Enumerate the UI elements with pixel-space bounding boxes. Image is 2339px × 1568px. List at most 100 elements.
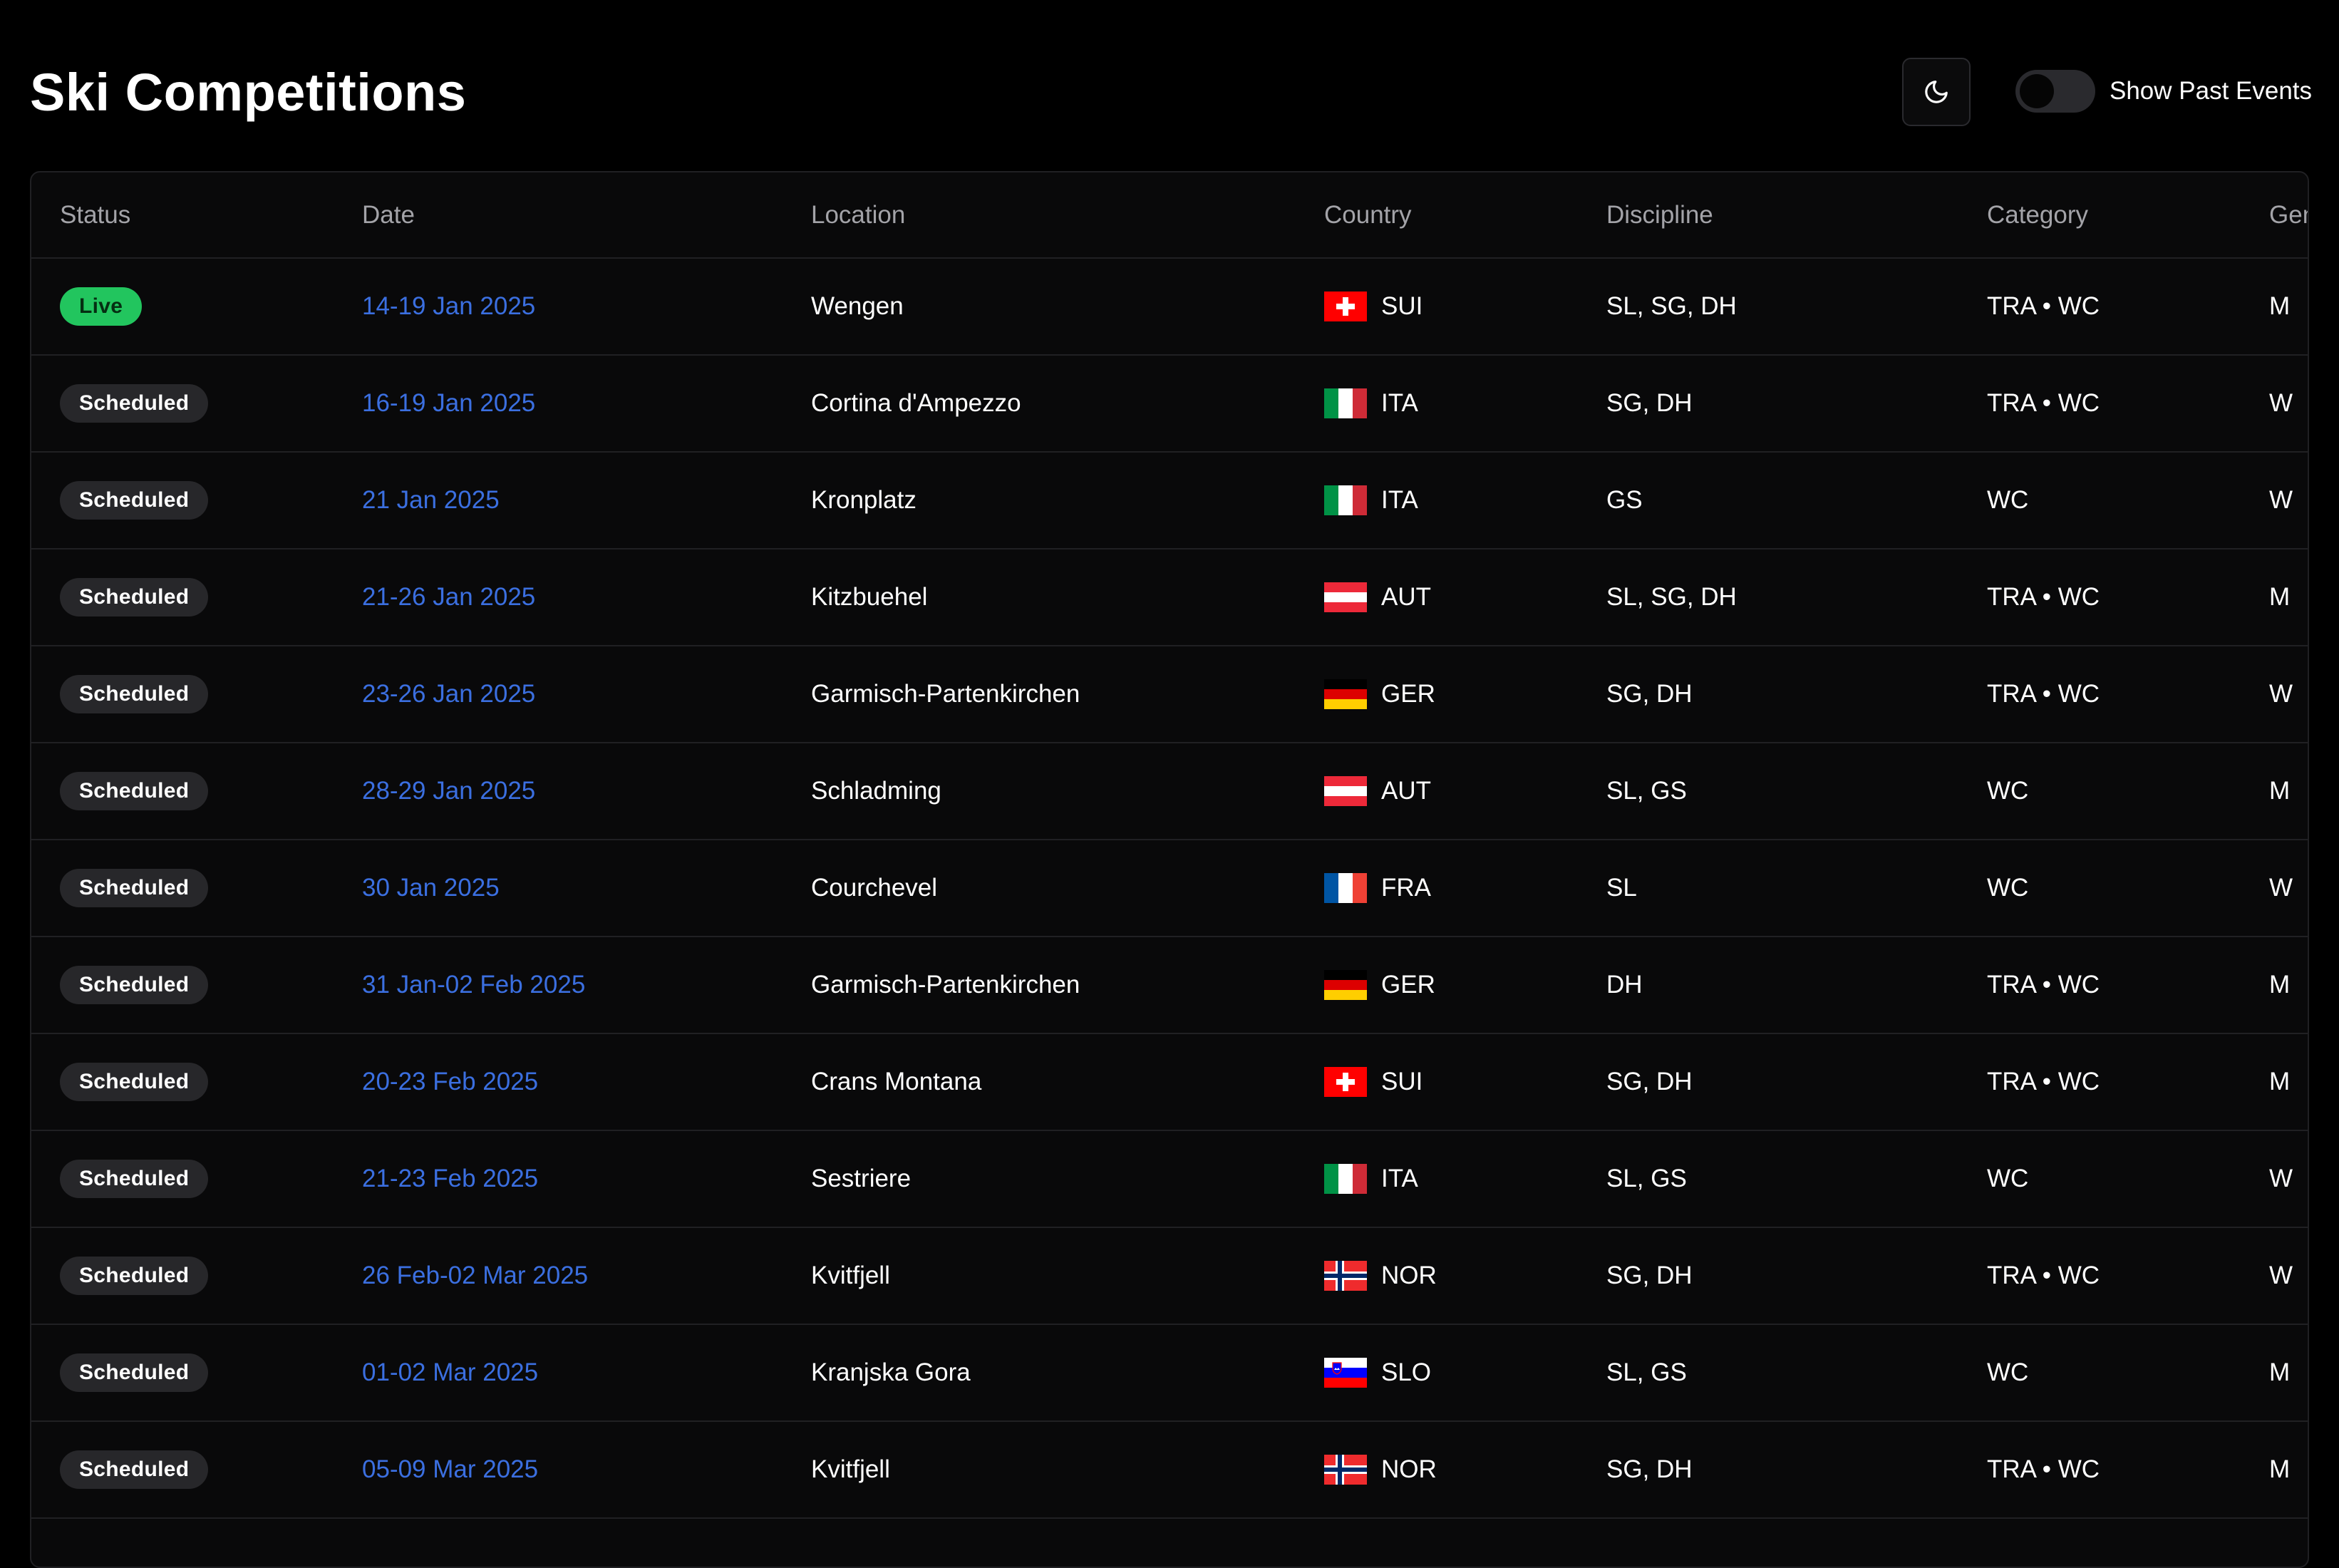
country-cell: AUT	[1296, 743, 1578, 840]
table-row[interactable]: Scheduled 30 Jan 2025 Courchevel FRA SL WC W	[31, 840, 2308, 937]
date-cell: 01-02 Mar 2025	[334, 1324, 783, 1421]
status-badge: Scheduled	[60, 1450, 209, 1489]
germany-flag-icon	[1324, 679, 1367, 709]
country-code: SLO	[1381, 1358, 1432, 1386]
category-cell: TRA • WC	[1987, 583, 2100, 611]
column-header-gender[interactable]: Gender	[2241, 172, 2308, 258]
table-row[interactable]: Scheduled 21 Jan 2025 Kronplatz ITA GS WC W	[31, 452, 2308, 549]
column-header-country[interactable]: Country	[1296, 172, 1578, 258]
country-cell: ITA	[1296, 452, 1578, 549]
status-cell: Scheduled	[31, 1033, 334, 1130]
date-link[interactable]: 26 Feb-02 Mar 2025	[362, 1262, 588, 1289]
date-link[interactable]: 20-23 Feb 2025	[362, 1068, 538, 1095]
switzerland-flag-icon	[1324, 1067, 1367, 1097]
location-cell: Schladming	[811, 777, 941, 805]
table-row[interactable]: Scheduled 01-02 Mar 2025 Kranjska Gora SLO S…	[31, 1324, 2308, 1421]
country-cell: ITA	[1296, 355, 1578, 452]
discipline-cell: DH	[1606, 971, 1643, 999]
switzerland-flag-icon	[1324, 292, 1367, 321]
column-header-location[interactable]: Location	[783, 172, 1296, 258]
gender-cell: W	[2269, 874, 2293, 902]
status-cell: Scheduled	[31, 1324, 334, 1421]
category-cell: WC	[1987, 486, 2029, 514]
date-link[interactable]: 23-26 Jan 2025	[362, 680, 535, 708]
italy-flag-icon	[1324, 1164, 1367, 1194]
table-row[interactable]: Scheduled 21-23 Feb 2025 Sestriere ITA SL, G…	[31, 1130, 2308, 1227]
competitions-table-card: Status Date Location Country Discipline …	[30, 171, 2309, 1568]
norway-flag-icon	[1324, 1261, 1367, 1291]
discipline-cell: SL, SG, DH	[1606, 583, 1737, 611]
status-cell: Live	[31, 258, 334, 355]
column-header-date[interactable]: Date	[334, 172, 783, 258]
date-link[interactable]: 28-29 Jan 2025	[362, 777, 535, 805]
table-row[interactable]: Scheduled 26 Feb-02 Mar 2025 Kvitfjell NOR S…	[31, 1227, 2308, 1324]
status-cell: Scheduled	[31, 937, 334, 1033]
country-code: AUT	[1381, 583, 1431, 611]
date-link[interactable]: 05-09 Mar 2025	[362, 1455, 538, 1483]
discipline-cell: SL, GS	[1606, 1358, 1687, 1386]
location-cell: Kvitfjell	[811, 1262, 890, 1289]
table-row[interactable]: Scheduled 05-09 Mar 2025 Kvitfjell NOR SG, D…	[31, 1421, 2308, 1518]
date-link[interactable]: 21-26 Jan 2025	[362, 583, 535, 611]
country-code: AUT	[1381, 777, 1431, 805]
location-cell: Crans Montana	[811, 1068, 982, 1095]
table-row[interactable]: Scheduled 31 Jan-02 Feb 2025 Garmisch-Part…	[31, 937, 2308, 1033]
date-cell: 28-29 Jan 2025	[334, 743, 783, 840]
location-cell: Kronplatz	[811, 486, 917, 514]
table-row[interactable]: Scheduled 23-26 Jan 2025 Garmisch-Partenki…	[31, 646, 2308, 743]
location-cell: Garmisch-Partenkirchen	[811, 971, 1080, 999]
discipline-cell: GS	[1606, 486, 1643, 514]
column-header-discipline[interactable]: Discipline	[1578, 172, 1958, 258]
status-badge: Scheduled	[60, 1353, 209, 1392]
discipline-cell: SG, DH	[1606, 1455, 1693, 1483]
country-code: GER	[1381, 680, 1435, 708]
status-cell: Scheduled	[31, 452, 334, 549]
status-badge: Scheduled	[60, 675, 209, 713]
date-link[interactable]: 16-19 Jan 2025	[362, 389, 535, 417]
discipline-cell: SG, DH	[1606, 680, 1693, 708]
status-badge: Scheduled	[60, 1063, 209, 1101]
location-cell: Garmisch-Partenkirchen	[811, 680, 1080, 708]
category-cell: TRA • WC	[1987, 1262, 2100, 1289]
table-row[interactable]: Scheduled 28-29 Jan 2025 Schladming AUT SL, …	[31, 743, 2308, 840]
date-cell: 21-23 Feb 2025	[334, 1130, 783, 1227]
category-cell: TRA • WC	[1987, 971, 2100, 999]
date-link[interactable]: 31 Jan-02 Feb 2025	[362, 971, 585, 999]
gender-cell: M	[2269, 971, 2291, 999]
status-badge: Scheduled	[60, 578, 209, 617]
date-link[interactable]: 30 Jan 2025	[362, 874, 500, 902]
gender-cell: W	[2269, 1262, 2293, 1289]
date-link[interactable]: 01-02 Mar 2025	[362, 1358, 538, 1386]
discipline-cell: SL, GS	[1606, 777, 1687, 805]
status-cell: Scheduled	[31, 1227, 334, 1324]
date-cell: 05-09 Mar 2025	[334, 1421, 783, 1518]
country-code: ITA	[1381, 389, 1418, 417]
column-header-category[interactable]: Category	[1958, 172, 2241, 258]
status-badge: Scheduled	[60, 966, 209, 1004]
date-cell: 23-26 Jan 2025	[334, 646, 783, 743]
category-cell: TRA • WC	[1987, 1455, 2100, 1483]
italy-flag-icon	[1324, 485, 1367, 515]
theme-toggle-button[interactable]	[1902, 58, 1971, 126]
date-cell: 14-19 Jan 2025	[334, 258, 783, 355]
country-code: NOR	[1381, 1455, 1437, 1483]
column-header-status[interactable]: Status	[31, 172, 334, 258]
country-cell: NOR	[1296, 1227, 1578, 1324]
table-row[interactable]: Scheduled 21-26 Jan 2025 Kitzbuehel AUT SL, …	[31, 549, 2308, 646]
table-row[interactable]: Live 14-19 Jan 2025 Wengen SUI SL, SG, DH TRA…	[31, 258, 2308, 355]
show-past-events-toggle[interactable]	[2015, 70, 2095, 113]
table-row[interactable]: Scheduled 16-19 Jan 2025 Cortina d'Ampezzo…	[31, 355, 2308, 452]
date-link[interactable]: 21 Jan 2025	[362, 486, 500, 514]
status-badge: Scheduled	[60, 772, 209, 810]
date-link[interactable]: 21-23 Feb 2025	[362, 1165, 538, 1192]
austria-flag-icon	[1324, 582, 1367, 612]
date-link[interactable]: 14-19 Jan 2025	[362, 292, 535, 320]
moon-icon	[1925, 81, 1948, 103]
location-cell: Kvitfjell	[811, 1455, 890, 1483]
discipline-cell: SG, DH	[1606, 1262, 1693, 1289]
country-cell: AUT	[1296, 549, 1578, 646]
table-body: Live 14-19 Jan 2025 Wengen SUI SL, SG, DH TRA…	[31, 258, 2308, 1518]
status-cell: Scheduled	[31, 355, 334, 452]
table-row[interactable]: Scheduled 20-23 Feb 2025 Crans Montana SUI S…	[31, 1033, 2308, 1130]
status-badge: Scheduled	[60, 481, 209, 520]
